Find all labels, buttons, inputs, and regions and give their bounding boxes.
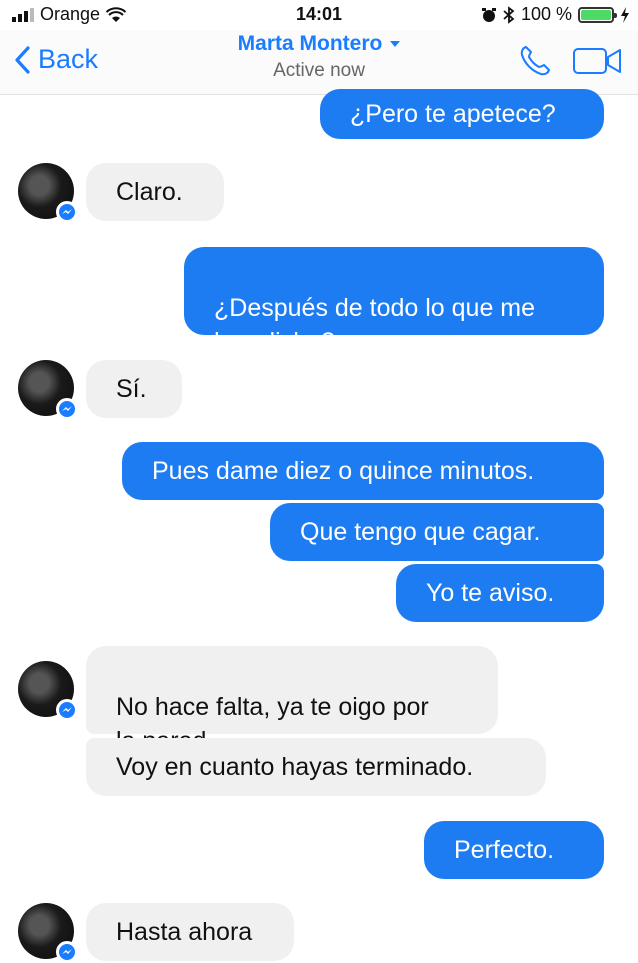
- message-text: Yo te aviso.: [426, 579, 555, 607]
- message-text: Hasta ahora: [116, 918, 253, 946]
- message-bubble-outgoing[interactable]: Que tengo que cagar.: [270, 503, 604, 561]
- message-text: Perfecto.: [454, 836, 555, 864]
- battery-percent: 100 %: [520, 4, 572, 24]
- message-text: Pues dame diez o quince minutos.: [152, 457, 535, 485]
- status-right: 100 %: [481, 4, 630, 25]
- message-bubble-outgoing[interactable]: Yo te aviso.: [396, 564, 604, 622]
- contact-avatar[interactable]: [18, 360, 78, 420]
- message-bubble-outgoing[interactable]: Perfecto.: [424, 821, 604, 879]
- message-bubble-outgoing[interactable]: ¿Pero te apetece?: [320, 89, 604, 139]
- alarm-icon: [481, 7, 496, 22]
- messenger-badge-icon: [56, 201, 78, 223]
- charging-icon: [621, 6, 629, 23]
- message-text: ¿Pero te apetece?: [350, 100, 556, 128]
- message-bubble-incoming[interactable]: Voy en cuanto hayas terminado.: [86, 738, 546, 796]
- contact-avatar[interactable]: [18, 163, 78, 223]
- message-text: Voy en cuanto hayas terminado.: [116, 753, 474, 781]
- message-bubble-incoming[interactable]: Claro.: [86, 163, 224, 221]
- header-actions: [518, 44, 624, 78]
- message-bubble-incoming[interactable]: No hace falta, ya te oigo por la pared.: [86, 646, 498, 755]
- bluetooth-icon: [503, 5, 515, 24]
- dropdown-caret-icon: [390, 41, 401, 47]
- conversation-header: Back Marta Montero Active now: [0, 30, 638, 95]
- contact-avatar[interactable]: [18, 903, 78, 963]
- message-text: Sí.: [116, 375, 147, 403]
- status-bar: Orange 14:01 100 %: [0, 0, 638, 30]
- contact-avatar[interactable]: [18, 661, 78, 721]
- message-bubble-outgoing[interactable]: Pues dame diez o quince minutos.: [122, 442, 604, 500]
- message-text: ¿Después de todo lo que me has dicho?: [214, 294, 536, 356]
- message-text: Claro.: [116, 178, 183, 206]
- contact-name-row[interactable]: Marta Montero: [238, 32, 401, 56]
- message-bubble-outgoing[interactable]: ¿Después de todo lo que me has dicho?: [184, 247, 604, 356]
- message-bubble-incoming[interactable]: Sí.: [86, 360, 182, 418]
- message-thread[interactable]: ¿Pero te apetece? Claro. ¿Después de tod…: [0, 89, 638, 963]
- phone-icon[interactable]: [518, 44, 552, 78]
- battery-icon: [578, 6, 617, 23]
- video-camera-icon[interactable]: [572, 45, 624, 77]
- messenger-badge-icon: [56, 699, 78, 721]
- message-bubble-incoming[interactable]: Hasta ahora: [86, 903, 294, 961]
- message-text: Que tengo que cagar.: [300, 518, 541, 546]
- messenger-badge-icon: [56, 398, 78, 420]
- contact-name: Marta Montero: [237, 32, 383, 55]
